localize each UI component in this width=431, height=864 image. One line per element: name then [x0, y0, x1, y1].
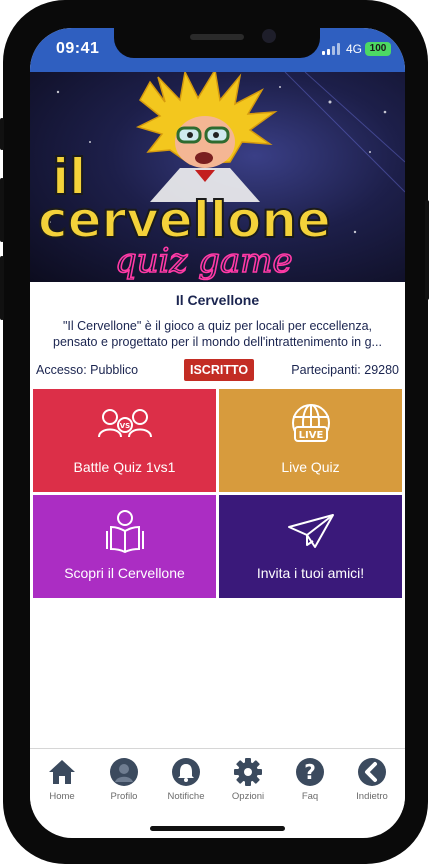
live-globe-icon: LIVE — [291, 404, 330, 442]
participants-count: Partecipanti: 29280 — [291, 363, 399, 377]
tile-label: Invita i tuoi amici! — [256, 565, 365, 581]
tab-opzioni[interactable]: Opzioni — [217, 757, 279, 802]
tab-label: Notifiche — [167, 791, 205, 802]
user-icon — [110, 758, 138, 786]
tab-bar: Home Profilo Notifiche Opzioni ? Faq Ind… — [30, 748, 405, 810]
tile-label: Battle Quiz 1vs1 — [73, 459, 176, 475]
svg-text:quiz game: quiz game — [115, 241, 293, 281]
invite-friends-tile[interactable]: Invita i tuoi amici! — [219, 495, 402, 598]
status-bar: 09:41 4G 100 — [30, 28, 405, 72]
status-time: 09:41 — [56, 40, 100, 57]
front-camera — [262, 29, 276, 43]
power-button — [425, 200, 429, 300]
svg-text:?: ? — [304, 760, 316, 784]
tab-label: Indietro — [356, 791, 388, 802]
back-icon — [358, 758, 386, 786]
description-line: "Il Cervellone" è il gioco a quiz per lo… — [62, 319, 373, 333]
tab-notifiche[interactable]: Notifiche — [155, 757, 217, 802]
signal-icon — [322, 43, 342, 55]
svg-text:LIVE: LIVE — [298, 430, 323, 441]
reader-icon — [105, 510, 144, 553]
live-quiz-tile[interactable]: LIVE Live Quiz — [219, 389, 402, 492]
tab-label: Profilo — [110, 791, 138, 802]
mute-switch — [0, 118, 4, 150]
game-description: "Il Cervellone" è il gioco a quiz per lo… — [46, 318, 389, 350]
game-logo: il cervellone quiz game — [37, 147, 332, 282]
svg-text:VS: VS — [119, 422, 129, 430]
versus-users-icon: VS — [97, 409, 152, 438]
paper-plane-icon — [287, 514, 334, 548]
home-indicator[interactable] — [150, 826, 285, 831]
game-title: Il Cervellone — [175, 292, 260, 308]
speaker — [190, 34, 244, 40]
question-icon: ? — [296, 758, 324, 786]
battle-quiz-tile[interactable]: VS Battle Quiz 1vs1 — [33, 389, 216, 492]
phone-frame: 09:41 4G 100 il cervellone quiz game Il … — [0, 0, 429, 864]
tab-faq[interactable]: ? Faq — [279, 757, 341, 802]
network-type: 4G — [346, 42, 363, 56]
tile-label: Live Quiz — [281, 459, 340, 475]
tab-profilo[interactable]: Profilo — [93, 757, 155, 802]
home-icon — [49, 760, 75, 784]
game-banner: il cervellone quiz game — [30, 72, 405, 282]
description-line: pensato e progettato per il mondo dell'i… — [53, 335, 382, 349]
tab-indietro[interactable]: Indietro — [341, 757, 403, 802]
volume-up-button — [0, 178, 4, 242]
gear-icon — [234, 758, 262, 786]
tab-label: Opzioni — [231, 791, 265, 802]
mascot-image — [135, 72, 278, 202]
scopri-tile[interactable]: Scopri il Cervellone — [33, 495, 216, 598]
tab-label: Home — [49, 791, 75, 802]
volume-down-button — [0, 256, 4, 320]
tab-home[interactable]: Home — [31, 757, 93, 802]
status-badge[interactable]: ISCRITTO — [184, 359, 255, 381]
tab-label: Faq — [301, 791, 319, 802]
screen: 09:41 4G 100 il cervellone quiz game Il … — [30, 28, 405, 838]
tile-label: Scopri il Cervellone — [64, 565, 185, 581]
bell-icon — [172, 758, 200, 786]
battery-icon: 100 — [365, 42, 391, 56]
game-info-row: Accesso: Pubblico ISCRITTO Partecipanti:… — [30, 359, 405, 381]
notch — [114, 28, 320, 58]
access-level: Accesso: Pubblico — [36, 363, 139, 377]
